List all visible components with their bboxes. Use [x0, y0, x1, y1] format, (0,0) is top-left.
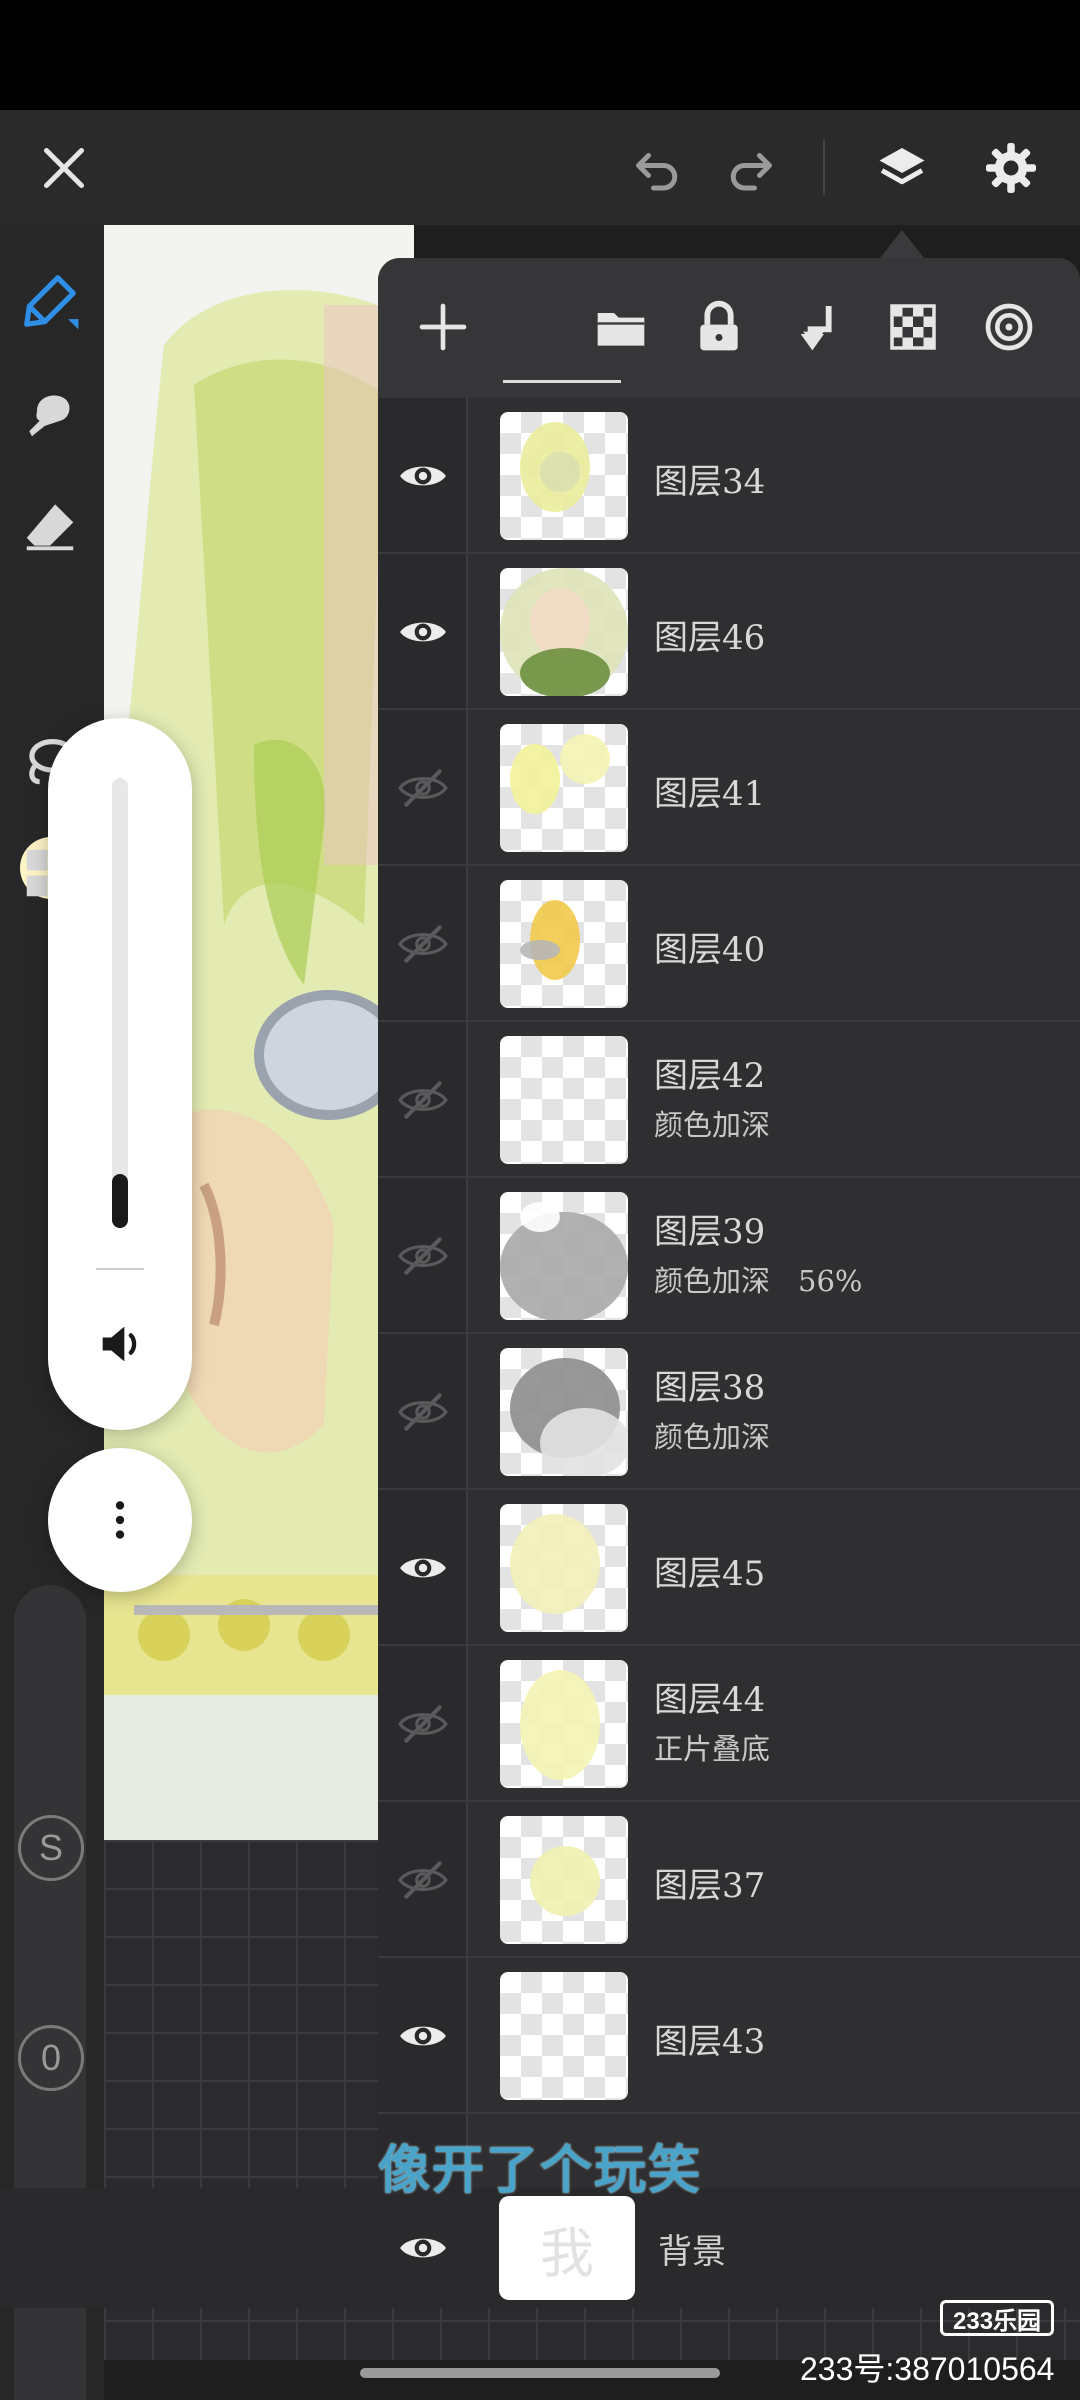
brush-opacity-indicator[interactable]: 0: [18, 2025, 84, 2091]
blend-mode-label: 颜色加深: [654, 1420, 771, 1454]
visibility-eye-icon[interactable]: [393, 602, 453, 662]
layer-thumbnail: [500, 880, 628, 1008]
layer-thumbnail: [500, 1192, 628, 1320]
watermark-logo: 233乐园: [940, 2300, 1055, 2336]
lock-icon[interactable]: [684, 292, 754, 362]
layer-thumbnail: [500, 568, 628, 696]
blend-mode-label: 颜色加深: [654, 1264, 771, 1298]
layer-row[interactable]: 图层41: [378, 710, 1080, 866]
pen-icon[interactable]: [14, 265, 86, 337]
layer-thumbnail: [500, 1816, 628, 1944]
visibility-hidden-icon[interactable]: [393, 758, 453, 818]
layers-scroll-hint: [503, 380, 621, 383]
layer-thumbnail: [500, 412, 628, 540]
folder-icon[interactable]: [586, 292, 656, 362]
layer-thumbnail: [500, 1348, 628, 1476]
volume-slider[interactable]: [112, 778, 128, 1228]
layer-blend-mode: 颜色加深: [654, 1414, 770, 1456]
video-subtitle: 像开了个玩笑: [378, 2141, 703, 2201]
volume-panel: [48, 718, 192, 1430]
layer-name: 图层39: [654, 1212, 766, 1252]
layers-toolbar: [378, 258, 1080, 398]
layer-thumbnail: [500, 1504, 628, 1632]
layer-row[interactable]: 图层39 颜色加深 56%: [378, 1178, 1080, 1334]
transparency-icon[interactable]: [878, 292, 948, 362]
layer-opacity: 56%: [798, 1264, 863, 1298]
layer-row[interactable]: 图层34: [378, 398, 1080, 554]
layer-row[interactable]: 图层42 颜色加深: [378, 1022, 1080, 1178]
smudge-icon[interactable]: [14, 377, 86, 449]
speaker-icon[interactable]: [94, 1318, 146, 1370]
merge-down-icon[interactable]: [782, 292, 852, 362]
visibility-eye-icon[interactable]: [393, 1538, 453, 1598]
layer-name: 图层40: [654, 930, 766, 970]
layer-name: 图层37: [654, 1866, 766, 1906]
more-options-button[interactable]: [48, 1448, 192, 1592]
gear-icon[interactable]: [975, 132, 1047, 204]
toolbar-divider: [823, 140, 825, 195]
status-bar: [0, 0, 1080, 110]
watermark-id: 233号:387010564: [800, 2351, 1055, 2387]
layer-blend-mode: 颜色加深: [654, 1102, 770, 1144]
layer-row[interactable]: 图层40: [378, 866, 1080, 1022]
background-thumbnail: 我: [499, 2196, 635, 2300]
layer-blend-mode: 颜色加深 56%: [654, 1258, 862, 1300]
more-vertical-icon: [115, 1501, 125, 1539]
add-layer-icon[interactable]: [408, 292, 478, 362]
layer-list: 图层34 图层46 图层41 图层40 图层42 颜色加深 图层39 颜色加深 56% 图层38 颜…: [378, 398, 1080, 2114]
layer-name: 图层41: [654, 774, 766, 814]
layer-name: 图层45: [654, 1554, 766, 1594]
volume-slider-fill: [112, 1174, 128, 1228]
background-layer-row[interactable]: 我 背景: [0, 2188, 1080, 2308]
visibility-hidden-icon[interactable]: [393, 1226, 453, 1286]
layer-row[interactable]: 图层43: [378, 1958, 1080, 2114]
layer-blend-mode: 正片叠底: [654, 1726, 770, 1768]
layer-row[interactable]: 图层38 颜色加深: [378, 1334, 1080, 1490]
visibility-eye-icon[interactable]: [393, 2218, 453, 2278]
layer-name: 图层46: [654, 618, 766, 658]
layer-thumbnail: [500, 1660, 628, 1788]
layers-panel: 图层34 图层46 图层41 图层40 图层42 颜色加深 图层39 颜色加深 56% 图层38 颜…: [378, 258, 1080, 2308]
visibility-eye-icon[interactable]: [393, 446, 453, 506]
layer-name: 图层42: [654, 1056, 766, 1096]
redo-icon[interactable]: [716, 132, 788, 204]
volume-divider: [96, 1268, 144, 1270]
layer-row[interactable]: 图层46: [378, 554, 1080, 710]
home-indicator[interactable]: [360, 2368, 720, 2378]
layer-row[interactable]: 图层37: [378, 1802, 1080, 1958]
layer-thumbnail: [500, 1972, 628, 2100]
close-icon[interactable]: [28, 132, 100, 204]
brush-size-indicator[interactable]: S: [18, 1815, 84, 1881]
layer-thumbnail: [500, 1036, 628, 1164]
layer-row[interactable]: 图层45: [378, 1490, 1080, 1646]
visibility-hidden-icon[interactable]: [393, 1850, 453, 1910]
visibility-eye-icon[interactable]: [393, 2006, 453, 2066]
clipping-icon[interactable]: [974, 292, 1044, 362]
layers-popover-arrow: [880, 230, 924, 258]
eraser-icon[interactable]: [14, 489, 86, 561]
layer-row[interactable]: 图层44 正片叠底: [378, 1646, 1080, 1802]
visibility-hidden-icon[interactable]: [393, 1694, 453, 1754]
top-bar: [0, 110, 1080, 225]
undo-icon[interactable]: [620, 132, 692, 204]
layers-icon[interactable]: [866, 132, 938, 204]
visibility-hidden-icon[interactable]: [393, 1070, 453, 1130]
layer-name: 图层43: [654, 2022, 766, 2062]
visibility-hidden-icon[interactable]: [393, 914, 453, 974]
visibility-hidden-icon[interactable]: [393, 1382, 453, 1442]
layer-thumbnail: [500, 724, 628, 852]
layer-name: 图层44: [654, 1680, 766, 1720]
blend-mode-label: 颜色加深: [654, 1108, 771, 1142]
background-layer-name: 背景: [658, 2232, 726, 2272]
app-root: S 0 图层34 图层46 图层41 图层40 图层42 颜色加深 图层39 颜…: [0, 0, 1080, 2400]
blend-mode-label: 正片叠底: [654, 1732, 771, 1766]
layer-name: 图层38: [654, 1368, 766, 1408]
layer-name: 图层34: [654, 462, 766, 502]
